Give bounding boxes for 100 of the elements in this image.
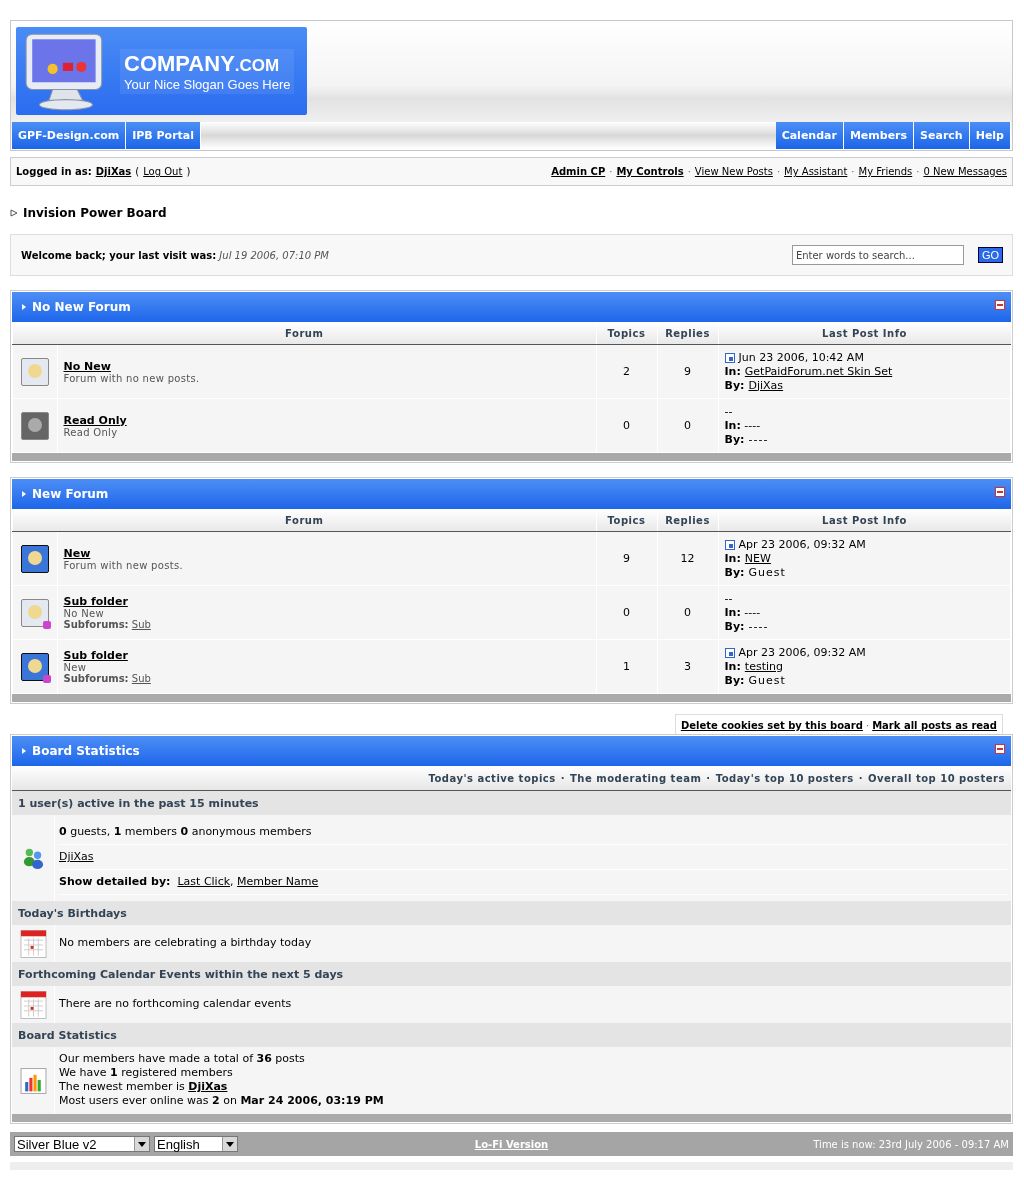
last-visit-date: Jul 19 2006, 07:10 PM <box>219 249 329 261</box>
language-select[interactable]: English <box>154 1136 238 1152</box>
forum-name-link[interactable]: New <box>63 546 91 560</box>
forum-name-link[interactable]: No New <box>63 359 111 373</box>
in-label: In: <box>724 659 741 674</box>
stats-text: Our members have made a total of 36 posts <box>59 1052 305 1065</box>
nav-tab[interactable]: IPB Portal <box>126 122 202 149</box>
breadcrumb[interactable]: Invision Power Board <box>23 206 167 220</box>
user-menu-link[interactable]: My Assistant <box>784 166 848 177</box>
caret-icon <box>226 1141 234 1147</box>
user-menu-link[interactable]: Admin CP <box>551 166 606 177</box>
collapse-icon[interactable] <box>995 744 1005 754</box>
forum-name-link[interactable]: Read Only <box>63 413 127 427</box>
subforums-label: Subforums: <box>63 619 129 630</box>
member-link[interactable]: DjiXas <box>188 1080 228 1093</box>
author-name: Guest <box>748 565 786 580</box>
topic-link[interactable]: GetPaidForum.net Skin Set <box>744 364 893 379</box>
separator: · <box>706 772 711 784</box>
nav-tab[interactable]: Members <box>843 122 915 149</box>
separator: · <box>776 166 781 177</box>
login-label: Logged in as: <box>16 166 92 177</box>
collapse-icon[interactable] <box>995 300 1005 310</box>
collapse-icon[interactable] <box>995 487 1005 497</box>
last-post-date: -- <box>724 591 733 606</box>
last-post-date: Jun 23 2006, 10:42 AM <box>738 350 864 365</box>
user-menu-link[interactable]: My Friends <box>858 166 913 177</box>
stats-link[interactable]: Today's top 10 posters <box>715 772 854 784</box>
forum-description: Forum with new posts. <box>63 559 184 571</box>
section-heading: Today's Birthdays <box>12 901 1011 925</box>
arrow-icon <box>22 747 26 755</box>
sort-label: Show detailed by: <box>59 875 171 888</box>
nav-tab[interactable]: Calendar <box>775 122 844 149</box>
topics-count: 0 <box>596 585 657 640</box>
go-button[interactable]: GO <box>977 247 1003 263</box>
stats-link[interactable]: Today's active topics <box>428 772 556 784</box>
sort-link[interactable]: Member Name <box>237 875 319 888</box>
separator: · <box>865 720 870 731</box>
nav-tab[interactable]: Help <box>969 122 1011 149</box>
no-topic-text: In: ---- <box>724 605 761 620</box>
replies-count: 0 <box>657 585 718 640</box>
user-link[interactable]: DjiXas <box>95 166 132 177</box>
arrow-icon <box>22 303 26 311</box>
category-title[interactable]: No New Forum <box>32 300 131 314</box>
forum-description: New <box>63 662 88 673</box>
forum-name-link[interactable]: Sub folder <box>63 595 128 608</box>
topic-link[interactable]: NEW <box>744 551 771 566</box>
stats-text: We have 1 registered members <box>59 1066 233 1079</box>
slogan: Your Nice Slogan Goes Here <box>124 76 291 92</box>
skin-select[interactable]: Silver Blue v2 <box>14 1136 150 1152</box>
forum-name-link[interactable]: Sub folder <box>63 649 128 662</box>
column-header: Forum <box>12 509 596 532</box>
topics-count: 9 <box>596 531 657 586</box>
last-post-icon[interactable] <box>724 539 735 550</box>
nav-tab[interactable]: GPF-Design.com <box>12 122 127 149</box>
bar-chart-icon <box>19 1065 47 1096</box>
column-header: Topics <box>596 322 657 345</box>
author-name: ---- <box>748 619 769 634</box>
column-header: Topics <box>596 509 657 532</box>
replies-count: 9 <box>657 344 718 399</box>
topics-count: 1 <box>596 639 657 694</box>
search-field[interactable]: Enter words to search... <box>791 245 964 265</box>
column-header: Last Post Info <box>718 322 1011 345</box>
stats-link[interactable]: The moderating team <box>570 772 702 784</box>
stats-text: The newest member is <box>59 1080 185 1093</box>
paren: ) <box>186 166 191 177</box>
in-label: In: <box>724 364 741 379</box>
stats-link[interactable]: Overall top 10 posters <box>868 772 1005 784</box>
last-post-icon[interactable] <box>724 647 735 658</box>
subforum-link[interactable]: Sub <box>131 673 151 684</box>
subforum-link[interactable]: Sub <box>131 619 151 630</box>
user-menu-link[interactable]: View New Posts <box>694 166 773 177</box>
user-menu-link[interactable]: 0 New Messages <box>923 166 1007 177</box>
paren: ( <box>135 166 140 177</box>
replies-count: 0 <box>657 398 718 453</box>
replies-count: 12 <box>657 531 718 586</box>
last-post-date: Apr 23 2006, 09:32 AM <box>738 537 866 552</box>
author-name: Guest <box>748 673 786 688</box>
author-link[interactable]: DjiXas <box>748 378 784 393</box>
stats-text: There are no forthcoming calendar events <box>59 997 292 1010</box>
separator: · <box>916 166 920 177</box>
calendar-icon <box>19 928 47 959</box>
separator: · <box>687 166 691 177</box>
separator: · <box>851 166 855 177</box>
arrow-icon <box>22 490 26 498</box>
topic-link[interactable]: testing <box>744 659 783 674</box>
logout-link[interactable]: Log Out <box>143 166 183 177</box>
stats-title: Board Statistics <box>32 744 140 758</box>
board-link[interactable]: Mark all posts as read <box>872 720 997 731</box>
stats-text: Most users ever online was 2 on Mar 24 2006, 03:19 PM <box>59 1094 384 1107</box>
last-post-icon[interactable] <box>724 352 735 363</box>
nav-tab[interactable]: Search <box>914 122 970 149</box>
user-menu-link[interactable]: My Controls <box>616 166 684 177</box>
member-link[interactable]: DjiXas <box>59 850 94 863</box>
section-heading: 1 user(s) active in the past 15 minutes <box>12 791 1011 815</box>
by-label: By: <box>724 432 745 447</box>
topics-count: 0 <box>596 398 657 453</box>
board-link[interactable]: Delete cookies set by this board <box>680 720 863 731</box>
stats-text: No members are celebrating a birthday today <box>59 936 312 949</box>
category-title[interactable]: New Forum <box>32 487 109 501</box>
separator: · <box>858 772 864 784</box>
